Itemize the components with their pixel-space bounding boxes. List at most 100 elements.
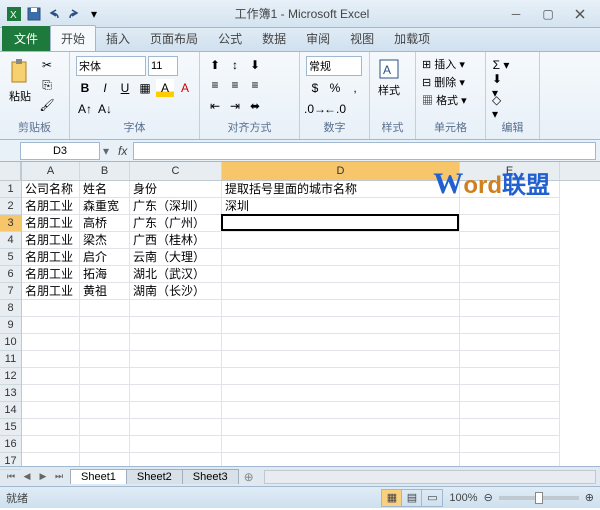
column-header[interactable]: E bbox=[460, 162, 560, 180]
view-layout-icon[interactable]: ▤ bbox=[402, 490, 422, 506]
cell[interactable]: 森重宽 bbox=[80, 198, 130, 215]
cell[interactable] bbox=[22, 368, 80, 385]
cell[interactable] bbox=[80, 402, 130, 419]
cell[interactable]: 湖北（武汉） bbox=[130, 266, 222, 283]
minimize-button[interactable]: ─ bbox=[504, 6, 528, 22]
horizontal-scrollbar[interactable] bbox=[264, 470, 596, 484]
row-header[interactable]: 7 bbox=[0, 283, 21, 300]
cell[interactable] bbox=[460, 385, 560, 402]
zoom-out-button[interactable]: ⊖ bbox=[484, 491, 493, 504]
save-icon[interactable] bbox=[26, 6, 42, 22]
cell[interactable] bbox=[222, 402, 460, 419]
merge-icon[interactable]: ⬌ bbox=[246, 97, 264, 115]
cell[interactable]: 广东（深圳） bbox=[130, 198, 222, 215]
cell[interactable] bbox=[22, 334, 80, 351]
cell[interactable] bbox=[460, 436, 560, 453]
column-header[interactable]: D bbox=[222, 162, 460, 180]
cell[interactable] bbox=[460, 215, 560, 232]
paste-button[interactable]: 粘贴 bbox=[6, 56, 34, 106]
cell[interactable] bbox=[460, 283, 560, 300]
cell[interactable] bbox=[130, 368, 222, 385]
indent-inc-icon[interactable]: ⇥ bbox=[226, 97, 244, 115]
cell[interactable] bbox=[130, 334, 222, 351]
row-header[interactable]: 17 bbox=[0, 453, 21, 470]
maximize-button[interactable]: ▢ bbox=[536, 6, 560, 22]
cell[interactable] bbox=[130, 317, 222, 334]
cell[interactable] bbox=[130, 402, 222, 419]
sheet-tab[interactable]: Sheet1 bbox=[70, 469, 127, 484]
cell[interactable] bbox=[222, 368, 460, 385]
cell[interactable]: 名朋工业 bbox=[22, 249, 80, 266]
cell[interactable] bbox=[222, 453, 460, 466]
cell[interactable]: 启介 bbox=[80, 249, 130, 266]
file-tab[interactable]: 文件 bbox=[2, 26, 50, 51]
align-center-icon[interactable]: ≡ bbox=[226, 76, 244, 94]
align-left-icon[interactable]: ≡ bbox=[206, 76, 224, 94]
sheet-tab[interactable]: Sheet2 bbox=[126, 469, 183, 484]
cell[interactable] bbox=[460, 181, 560, 198]
row-header[interactable]: 6 bbox=[0, 266, 21, 283]
format-cells-button[interactable]: ▦ 格式 ▾ bbox=[422, 92, 467, 108]
cell[interactable] bbox=[130, 436, 222, 453]
name-box[interactable]: D3 bbox=[20, 142, 100, 160]
indent-dec-icon[interactable]: ⇤ bbox=[206, 97, 224, 115]
italic-button[interactable]: I bbox=[96, 79, 114, 97]
align-mid-icon[interactable]: ↕ bbox=[226, 56, 244, 74]
sheet-nav-last-icon[interactable]: ⏭ bbox=[52, 470, 66, 484]
redo-icon[interactable] bbox=[66, 6, 82, 22]
font-color-button[interactable]: A bbox=[176, 79, 194, 97]
row-header[interactable]: 14 bbox=[0, 402, 21, 419]
cell[interactable] bbox=[222, 436, 460, 453]
cell[interactable] bbox=[222, 317, 460, 334]
align-top-icon[interactable]: ⬆ bbox=[206, 56, 224, 74]
underline-button[interactable]: U bbox=[116, 79, 134, 97]
cells-area[interactable]: 公司名称姓名身份提取括号里面的城市名称名朋工业森重宽广东（深圳）深圳名朋工业高桥… bbox=[22, 181, 600, 466]
cell[interactable]: 姓名 bbox=[80, 181, 130, 198]
cell[interactable] bbox=[222, 385, 460, 402]
dec-decimal-icon[interactable]: ←.0 bbox=[326, 100, 344, 118]
cell[interactable] bbox=[460, 402, 560, 419]
cell[interactable]: 身份 bbox=[130, 181, 222, 198]
tab-review[interactable]: 审阅 bbox=[296, 26, 340, 51]
percent-icon[interactable]: % bbox=[326, 79, 344, 97]
inc-decimal-icon[interactable]: .0→ bbox=[306, 100, 324, 118]
cell[interactable] bbox=[22, 402, 80, 419]
cell[interactable]: 广西（桂林） bbox=[130, 232, 222, 249]
cell[interactable] bbox=[460, 368, 560, 385]
row-header[interactable]: 15 bbox=[0, 419, 21, 436]
select-all-corner[interactable] bbox=[0, 162, 21, 181]
number-format-select[interactable] bbox=[306, 56, 362, 76]
close-button[interactable] bbox=[568, 6, 592, 22]
tab-home[interactable]: 开始 bbox=[50, 25, 96, 51]
cell[interactable] bbox=[130, 351, 222, 368]
cell[interactable]: 提取括号里面的城市名称 bbox=[222, 181, 460, 198]
cell[interactable] bbox=[80, 419, 130, 436]
cell[interactable]: 名朋工业 bbox=[22, 215, 80, 232]
cell[interactable] bbox=[460, 300, 560, 317]
cell[interactable]: 云南（大理） bbox=[130, 249, 222, 266]
cell[interactable] bbox=[222, 249, 460, 266]
cell[interactable]: 湖南（长沙） bbox=[130, 283, 222, 300]
cell[interactable] bbox=[80, 436, 130, 453]
cell[interactable] bbox=[80, 317, 130, 334]
bold-button[interactable]: B bbox=[76, 79, 94, 97]
cell[interactable]: 黄祖 bbox=[80, 283, 130, 300]
cell[interactable] bbox=[22, 385, 80, 402]
column-header[interactable]: A bbox=[22, 162, 80, 180]
delete-cells-button[interactable]: ⊟ 删除 ▾ bbox=[422, 74, 465, 90]
increase-font-icon[interactable]: A↑ bbox=[76, 100, 94, 118]
formula-bar[interactable] bbox=[133, 142, 596, 160]
fill-color-button[interactable]: A bbox=[156, 79, 174, 97]
row-header[interactable]: 1 bbox=[0, 181, 21, 198]
row-header[interactable]: 5 bbox=[0, 249, 21, 266]
cell[interactable] bbox=[460, 198, 560, 215]
cell[interactable] bbox=[22, 300, 80, 317]
sheet-nav-next-icon[interactable]: ▶ bbox=[36, 470, 50, 484]
border-button[interactable]: ▦ bbox=[136, 79, 154, 97]
cell[interactable] bbox=[22, 436, 80, 453]
tab-data[interactable]: 数据 bbox=[252, 26, 296, 51]
namebox-dropdown-icon[interactable]: ▾ bbox=[100, 144, 112, 158]
tab-view[interactable]: 视图 bbox=[340, 26, 384, 51]
cell[interactable] bbox=[80, 368, 130, 385]
cell[interactable] bbox=[22, 453, 80, 466]
